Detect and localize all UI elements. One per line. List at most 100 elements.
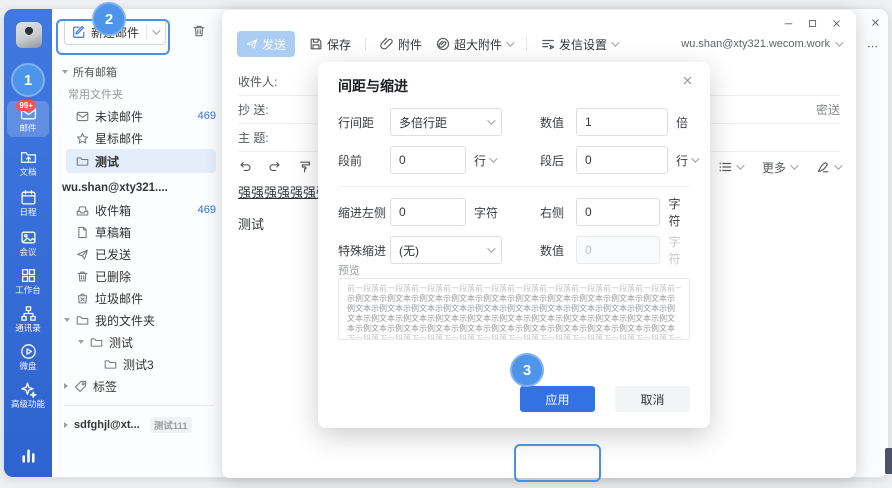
chevron-down-icon [487,244,495,252]
indent-left-label: 缩进左侧 [338,204,390,221]
more-options-icon[interactable] [866,40,879,53]
rail-item-docs[interactable]: 文档 [4,149,52,178]
avatar[interactable] [16,22,42,48]
large-attachment-button[interactable]: 超大附件 [436,36,512,53]
account-header[interactable]: wu.shan@xty321.... [52,177,226,199]
undo-icon[interactable] [238,160,252,174]
bcc-link[interactable]: 密送 [816,101,840,118]
account2-header[interactable]: sdfghjl@xt...测试111 [52,414,226,436]
special-value-input-disabled: 0 [576,236,660,264]
ordered-list-icon [718,160,732,174]
toolbar-divider [365,37,366,51]
panel-divider [64,405,214,406]
after-para-input[interactable]: 0 [576,146,668,174]
save-button[interactable]: 保存 [309,36,351,53]
dialog-divider [338,186,690,187]
folder-sent[interactable]: 已发送 [52,243,226,265]
folder-unread[interactable]: 未读邮件469 [52,105,226,127]
list-style-button[interactable] [718,160,742,174]
folder-icon [90,336,103,349]
inbox-icon [76,204,89,217]
folder-icon [76,155,89,168]
indent-right-unit: 字符 [668,195,690,229]
unread-count: 469 [198,110,216,122]
before-para-unit[interactable]: 行 [474,152,495,169]
special-value-unit: 字符 [668,233,690,267]
special-indent-select[interactable]: (无) [390,236,502,264]
folder-sub-test[interactable]: 测试 [52,331,226,353]
more-format-button[interactable]: 更多 [762,159,796,176]
apply-button[interactable]: 应用 [520,386,595,412]
inbox-count: 469 [198,204,216,216]
folder-drafts[interactable]: 草稿箱 [52,221,226,243]
chevron-down-icon[interactable] [152,26,160,34]
folder-junk[interactable]: 垃圾邮件 [52,287,226,309]
before-para-label: 段前 [338,152,390,169]
pen-icon [816,160,830,174]
cancel-button[interactable]: 取消 [615,386,690,412]
dialog-title: 间距与缩进 [338,76,408,96]
folder-deleted[interactable]: 已删除 [52,265,226,287]
rail-item-meeting[interactable]: 会议 [4,229,52,258]
redo-icon[interactable] [268,160,282,174]
line-spacing-label: 行间距 [338,114,390,131]
close-icon[interactable] [870,17,881,28]
step-1-marker: 1 [11,63,45,97]
close-icon[interactable] [681,74,694,87]
rail-item-mail[interactable]: 99+ 邮件 [7,101,49,137]
rail-item-workbench[interactable]: 工作台 [4,267,52,296]
chevron-down-icon [611,38,619,46]
chevron-down-icon [691,154,699,162]
minimize-icon[interactable] [783,18,794,29]
special-indent-label: 特殊缩进 [338,242,390,259]
save-icon [309,37,323,51]
indent-right-label: 右侧 [540,204,576,221]
star-icon [76,132,89,145]
signature-button[interactable] [816,160,840,174]
rail-item-drive[interactable]: 微盘 [4,343,52,372]
special-value-label: 数值 [540,242,576,259]
rail-item-calendar[interactable]: 日程 [4,189,52,218]
after-para-unit[interactable]: 行 [676,152,697,169]
chevron-down-icon [834,161,842,169]
rail-item-report[interactable] [4,447,52,465]
caret-down-icon [64,318,70,322]
send-settings-button[interactable]: 发信设置 [541,36,617,53]
drive-icon [20,343,37,360]
folder-tags[interactable]: 标签 [52,375,226,397]
send-button[interactable]: 发送 [237,31,295,57]
bar-chart-icon [20,447,37,464]
before-para-input[interactable]: 0 [390,146,466,174]
large-attachment-icon [436,37,450,51]
step-2-marker: 2 [92,2,126,36]
multiple-unit: 倍 [676,114,688,131]
folder-test-selected[interactable]: 测试 [66,149,216,173]
maximize-icon[interactable] [807,18,818,29]
folder-inbox[interactable]: 收件箱469 [52,199,226,221]
attachment-button[interactable]: 附件 [380,36,422,53]
format-painter-icon[interactable] [298,160,312,174]
preview-after-text: 下一段落下一段落下一段落下一段落下一段落下一段落下一段落下一段落下一段落下一段落… [347,334,681,340]
section-all-mailboxes[interactable]: 所有邮箱 [52,61,226,83]
grid-icon [20,267,37,284]
caret-down-icon [78,340,84,344]
chevron-down-icon [790,161,798,169]
multiple-input[interactable]: 1 [576,108,668,136]
junk-icon [76,292,89,305]
account-switcher[interactable]: wu.shan@xty321.wecom.work [681,38,841,50]
line-spacing-select[interactable]: 多倍行距 [390,108,502,136]
account2-badge: 测试111 [150,417,192,433]
sparkle-icon [20,381,37,398]
compose-icon [72,25,86,39]
folder-starred[interactable]: 星标邮件 [52,127,226,149]
trash-icon[interactable] [192,24,206,38]
folder-my-folders[interactable]: 我的文件夹 [52,309,226,331]
folder-icon [104,358,117,371]
indent-left-input[interactable]: 0 [390,198,466,226]
close-icon[interactable] [831,18,842,29]
indent-right-input[interactable]: 0 [576,198,660,226]
folder-sub-test3[interactable]: 测试3 [52,353,226,375]
chevron-down-icon [506,38,514,46]
rail-item-contacts[interactable]: 通讯录 [4,305,52,334]
rail-item-advanced[interactable]: 高级功能 [4,381,52,410]
